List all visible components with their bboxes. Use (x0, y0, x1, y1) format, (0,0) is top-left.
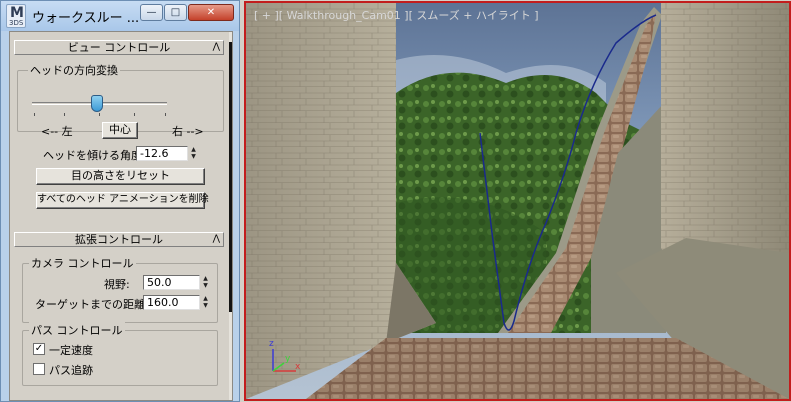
fov-label: 視野: (104, 278, 130, 291)
tilt-angle-input[interactable]: -12.6 (136, 146, 188, 161)
tilt-spinner-arrows-icon[interactable]: ▲ ▼ (189, 146, 198, 161)
walkthrough-panel: M 3DS ウォークスルー ... — □ ✕ ビュー コントロール ⋀ ヘッド… (0, 0, 240, 402)
window-title: ウォークスルー ... (32, 11, 140, 26)
follow-path-checkbox[interactable] (33, 363, 45, 375)
scene-render (246, 3, 789, 399)
target-distance-spinner-arrows-icon[interactable]: ▲ ▼ (201, 295, 210, 310)
constant-speed-checkbox[interactable]: ✓ (33, 343, 45, 355)
slider-tick (64, 113, 65, 116)
logo-subtext: 3DS (9, 19, 24, 27)
collapse-chevron-icon: ⋀ (212, 234, 220, 244)
fov-spinner-arrows-icon[interactable]: ▲ ▼ (201, 275, 210, 290)
slider-tick (99, 113, 100, 116)
reset-eye-level-button[interactable]: 目の高さをリセット (36, 168, 205, 185)
camera-control-group-label: カメラ コントロール (29, 255, 136, 271)
extended-control-title: 拡張コントロール (75, 233, 163, 246)
view-control-rollout-header[interactable]: ビュー コントロール ⋀ (14, 40, 224, 55)
axis-tripod-icon: z y x (269, 339, 301, 372)
walkthrough-viewport[interactable]: [ + ][ Walkthrough_Cam01 ][ スムーズ + ハイライト… (244, 1, 791, 401)
target-distance-label: ターゲットまでの距離: (35, 298, 149, 311)
panel-titlebar[interactable]: M 3DS ウォークスルー ... — □ ✕ (1, 1, 239, 31)
right-label: 右 --> (172, 125, 204, 138)
panel-scrollbar-thumb[interactable] (229, 42, 232, 312)
delete-head-animation-button[interactable]: すべてのヘッド アニメーションを削除 (36, 192, 209, 209)
slider-tick (134, 113, 135, 116)
axis-x-label: x (295, 362, 301, 372)
app-logo-icon[interactable]: M 3DS (6, 4, 26, 28)
collapse-chevron-icon: ⋀ (212, 42, 220, 52)
minimize-button[interactable]: — (140, 4, 163, 21)
left-label: <-- 左 (41, 125, 73, 138)
constant-speed-label[interactable]: 一定速度 (49, 342, 93, 358)
head-turn-slider-thumb[interactable] (91, 95, 103, 112)
maximize-button[interactable]: □ (164, 4, 187, 21)
extended-control-rollout-header[interactable]: 拡張コントロール ⋀ (14, 232, 224, 247)
fov-input[interactable]: 50.0 (143, 275, 200, 290)
slider-tick (165, 113, 166, 116)
axis-z-label: z (269, 339, 274, 349)
head-turn-group-label: ヘッドの方向変換 (28, 62, 120, 78)
slider-tick (34, 113, 35, 116)
viewport-label[interactable]: [ + ][ Walkthrough_Cam01 ][ スムーズ + ハイライト… (254, 7, 539, 23)
axis-y-label: y (285, 354, 291, 364)
camera-control-group (22, 263, 218, 323)
target-distance-input[interactable]: 160.0 (143, 295, 200, 310)
view-control-title: ビュー コントロール (67, 41, 171, 54)
panel-body: ビュー コントロール ⋀ ヘッドの方向変換 <-- 左 中心 右 --> ヘッド… (9, 31, 233, 401)
center-button[interactable]: 中心 (102, 122, 138, 139)
close-button[interactable]: ✕ (188, 4, 234, 21)
path-control-group-label: パス コントロール (29, 322, 125, 338)
tilt-label: ヘッドを傾ける角度 (43, 149, 142, 162)
follow-path-label[interactable]: パス追跡 (49, 362, 93, 378)
